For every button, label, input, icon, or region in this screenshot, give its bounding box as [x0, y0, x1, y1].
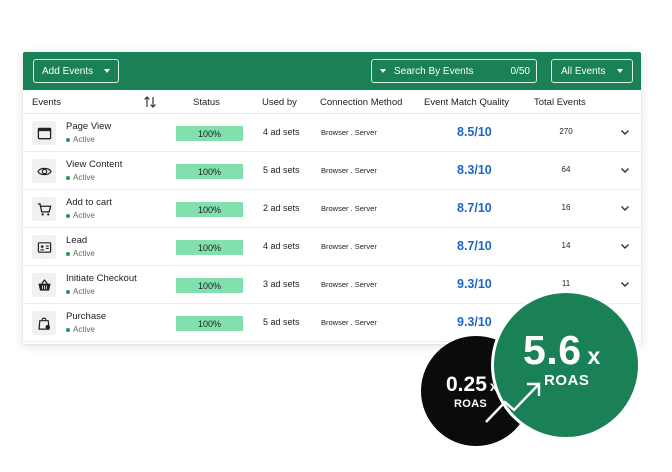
event-match-quality: 8.3/10	[457, 163, 492, 177]
event-status-text: Active	[73, 135, 95, 144]
shopping-bag-icon	[32, 311, 56, 335]
connection-method: Browser . Server	[321, 204, 377, 213]
event-status: Active	[66, 173, 95, 182]
table-row[interactable]: View Content Active 100% 5 ad sets Brows…	[23, 152, 641, 190]
active-dot	[66, 289, 70, 294]
roas-after-suffix: x	[587, 343, 601, 369]
event-name: Lead	[66, 235, 88, 246]
all-events-label: All Events	[561, 65, 606, 77]
connection-method: Browser . Server	[321, 128, 377, 137]
header-total-events: Total Events	[534, 97, 586, 108]
all-events-dropdown[interactable]: All Events	[551, 59, 633, 83]
active-dot	[66, 213, 70, 218]
add-events-label: Add Events	[42, 65, 94, 77]
roas-after-label: ROAS	[544, 372, 590, 389]
basket-icon	[32, 273, 56, 297]
connection-method: Browser . Server	[321, 166, 377, 175]
status-progress-bar: 100%	[176, 202, 243, 217]
used-by: 2 ad sets	[263, 203, 300, 213]
search-placeholder: Search By Events	[394, 65, 474, 77]
status-progress-bar: 100%	[176, 316, 243, 331]
header-connection-method: Connection Method	[320, 97, 403, 108]
event-match-quality: 8.7/10	[457, 239, 492, 253]
event-status: Active	[66, 135, 95, 144]
event-name: Purchase	[66, 311, 107, 322]
used-by: 4 ad sets	[263, 241, 300, 251]
chevron-down-icon[interactable]	[620, 203, 630, 213]
total-events: 11	[561, 279, 571, 288]
status-progress-bar: 100%	[176, 126, 243, 141]
chevron-down-icon[interactable]	[620, 165, 630, 175]
event-status-text: Active	[73, 325, 95, 334]
active-dot	[66, 251, 70, 256]
events-toolbar: Add Events Search By Events 0/50 All Eve…	[23, 52, 641, 90]
search-count: 0/50	[510, 66, 530, 77]
event-name: Page View	[66, 121, 112, 132]
eye-icon	[32, 159, 56, 183]
header-event-match-quality: Event Match Quality	[424, 97, 510, 108]
event-match-quality: 8.5/10	[457, 125, 492, 139]
chevron-down-icon[interactable]	[620, 279, 630, 289]
used-by: 3 ad sets	[263, 279, 300, 289]
event-status-text: Active	[73, 287, 95, 296]
table-row[interactable]: Lead Active 100% 4 ad sets Browser . Ser…	[23, 228, 641, 266]
total-events: 64	[561, 165, 571, 174]
trend-up-arrow-icon	[485, 382, 541, 423]
header-used-by: Used by	[262, 97, 297, 108]
total-events: 14	[561, 241, 571, 250]
caret-down-icon	[380, 69, 386, 73]
shopping-cart-icon	[32, 197, 56, 221]
used-by: 4 ad sets	[263, 127, 300, 137]
browser-window-icon	[32, 121, 56, 145]
status-progress-bar: 100%	[176, 164, 243, 179]
status-progress-bar: 100%	[176, 278, 243, 293]
active-dot	[66, 175, 70, 180]
header-events: Events	[32, 97, 62, 108]
roas-after-number: 5.6	[523, 327, 582, 373]
event-status: Active	[66, 249, 95, 258]
event-match-quality: 8.7/10	[457, 201, 492, 215]
connection-method: Browser . Server	[321, 280, 377, 289]
table-row[interactable]: Page View Active 100% 4 ad sets Browser …	[23, 114, 641, 152]
connection-method: Browser . Server	[321, 318, 377, 327]
event-status: Active	[66, 287, 95, 296]
caret-down-icon	[617, 69, 623, 73]
active-dot	[66, 327, 70, 332]
sort-icon[interactable]	[143, 95, 157, 109]
event-name: Add to cart	[66, 197, 112, 208]
event-status: Active	[66, 325, 95, 334]
active-dot	[66, 137, 70, 142]
total-events: 270	[559, 127, 573, 136]
event-status-text: Active	[73, 173, 95, 182]
search-events-input[interactable]: Search By Events 0/50	[371, 59, 537, 83]
add-events-button[interactable]: Add Events	[33, 59, 119, 83]
total-events: 16	[561, 203, 571, 212]
header-status: Status	[193, 97, 220, 108]
event-match-quality: 9.3/10	[457, 277, 492, 291]
status-progress-bar: 100%	[176, 240, 243, 255]
event-match-quality: 9.3/10	[457, 315, 492, 329]
event-name: View Content	[66, 159, 123, 170]
chevron-down-icon[interactable]	[620, 241, 630, 251]
roas-before-number: 0.25	[446, 373, 487, 396]
caret-down-icon	[104, 69, 110, 73]
used-by: 5 ad sets	[263, 165, 300, 175]
event-status-text: Active	[73, 249, 95, 258]
roas-after-value: 5.6 x	[523, 327, 601, 374]
contact-card-icon	[32, 235, 56, 259]
table-row[interactable]: Add to cart Active 100% 2 ad sets Browse…	[23, 190, 641, 228]
event-status-text: Active	[73, 211, 95, 220]
event-name: Initiate Checkout	[66, 273, 137, 284]
used-by: 5 ad sets	[263, 317, 300, 327]
table-header: Events Status Used by Connection Method …	[23, 90, 641, 114]
event-status: Active	[66, 211, 95, 220]
connection-method: Browser . Server	[321, 242, 377, 251]
chevron-down-icon[interactable]	[620, 127, 630, 137]
